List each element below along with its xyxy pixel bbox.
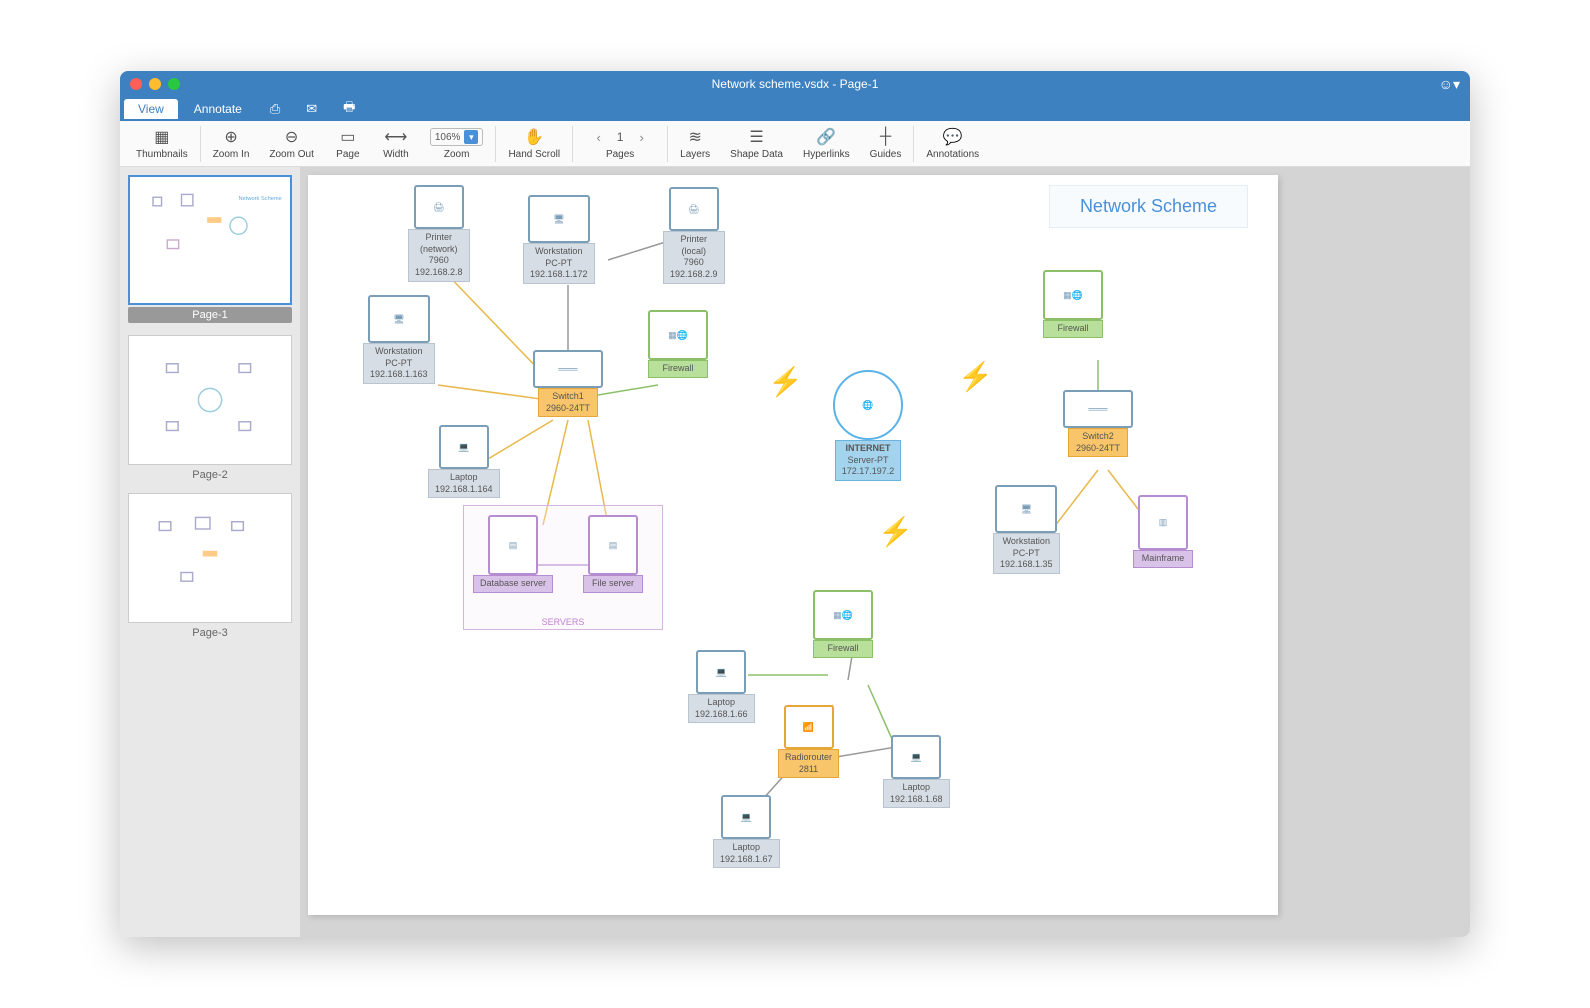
firewall-icon: ▦🌐 [1043, 270, 1103, 320]
node-switch-1[interactable]: ═══ Switch12960-24TT [533, 350, 603, 417]
thumbnail-page-1[interactable]: Network Scheme [128, 175, 292, 305]
layers-icon: ≋ [688, 127, 701, 147]
prev-page-button[interactable]: ‹ [590, 130, 606, 145]
share-icon[interactable]: ✉ [294, 98, 329, 120]
node-firewall-2[interactable]: ▦🌐 Firewall [1043, 270, 1103, 338]
tab-annotate[interactable]: Annotate [180, 99, 256, 119]
hand-scroll-button[interactable]: ✋ Hand Scroll [498, 125, 570, 162]
comment-icon: 💬 [943, 127, 963, 147]
lightning-icon: ⚡ [878, 515, 913, 548]
lightning-icon: ⚡ [958, 360, 993, 393]
next-page-button[interactable]: › [633, 130, 649, 145]
canvas-viewport[interactable]: Network Scheme [300, 167, 1470, 937]
pdf-icon[interactable]: ⎙ [258, 98, 292, 120]
print-icon[interactable]: 🖶 [331, 95, 367, 123]
shape-data-button[interactable]: ☰ Shape Data [720, 125, 793, 162]
annotations-button[interactable]: 💬 Annotations [916, 125, 989, 162]
printer-icon: 🖨 [669, 187, 719, 231]
thumbnails-icon: ▦ [154, 127, 169, 147]
window-controls [130, 78, 180, 90]
pages-nav: ‹ 1 › Pages [575, 125, 665, 162]
app-window: Network scheme.vsdx - Page-1 ☺▾ View Ann… [120, 71, 1470, 937]
zoom-in-button[interactable]: ⊕ Zoom In [203, 125, 260, 162]
workstation-icon: 🖥 [368, 295, 430, 343]
thumbnail-label: Page-2 [128, 469, 292, 481]
laptop-icon: 💻 [696, 650, 746, 694]
link-icon: 🔗 [816, 127, 836, 147]
diagram-canvas: Network Scheme [308, 175, 1278, 915]
svg-text:Network Scheme: Network Scheme [239, 196, 282, 202]
globe-icon: 🌐 [833, 370, 903, 440]
node-firewall-3[interactable]: ▦🌐 Firewall [813, 590, 873, 658]
node-switch-2[interactable]: ═══ Switch22960-24TT [1063, 390, 1133, 457]
diagram-title: Network Scheme [1049, 185, 1248, 228]
node-workstation-1[interactable]: 🖥 WorkstationPC-PT192.168.1.172 [523, 195, 595, 284]
node-laptop-1[interactable]: 💻 Laptop192.168.1.164 [428, 425, 500, 498]
guides-icon: ┼ [880, 127, 891, 147]
titlebar: Network scheme.vsdx - Page-1 ☺▾ [120, 71, 1470, 97]
width-icon: ⟷ [384, 127, 407, 147]
zoom-out-button[interactable]: ⊖ Zoom Out [259, 125, 323, 162]
hand-icon: ✋ [524, 127, 544, 147]
firewall-icon: ▦🌐 [813, 590, 873, 640]
mainframe-icon: ▥ [1138, 495, 1188, 550]
switch-icon: ═══ [533, 350, 603, 388]
node-laptop-4[interactable]: 💻 Laptop192.168.1.67 [713, 795, 780, 868]
node-mainframe[interactable]: ▥ Mainframe [1133, 495, 1193, 568]
zoom-out-icon: ⊖ [285, 127, 298, 147]
thumbnails-button[interactable]: ▦ Thumbnails [126, 125, 198, 162]
node-database-server[interactable]: ▤ Database server [473, 515, 553, 593]
node-file-server[interactable]: ▤ File server [583, 515, 643, 593]
laptop-icon: 💻 [891, 735, 941, 779]
menubar: View Annotate ⎙ ✉ 🖶 [120, 97, 1470, 121]
hyperlinks-button[interactable]: 🔗 Hyperlinks [793, 125, 860, 162]
node-radiorouter[interactable]: 📶 Radiorouter2811 [778, 705, 839, 778]
zoom-combo[interactable]: 106%▾ Zoom [420, 125, 494, 162]
workstation-icon: 🖥 [995, 485, 1057, 533]
minimize-icon[interactable] [149, 78, 161, 90]
maximize-icon[interactable] [168, 78, 180, 90]
page-fit-button[interactable]: ▭ Page [324, 125, 372, 162]
lightning-icon: ⚡ [768, 365, 803, 398]
thumbnail-label: Page-3 [128, 627, 292, 639]
router-icon: 📶 [784, 705, 834, 749]
thumbnails-panel: Network Scheme Page-1 Page-2 Page-3 [120, 167, 300, 937]
layers-button[interactable]: ≋ Layers [670, 125, 720, 162]
zoom-in-icon: ⊕ [224, 127, 237, 147]
node-workstation-2[interactable]: 🖥 WorkstationPC-PT192.168.1.163 [363, 295, 435, 384]
guides-button[interactable]: ┼ Guides [860, 125, 912, 162]
switch-icon: ═══ [1063, 390, 1133, 428]
list-icon: ☰ [749, 127, 763, 147]
thumbnail-label: Page-1 [128, 307, 292, 323]
close-icon[interactable] [130, 78, 142, 90]
node-workstation-3[interactable]: 🖥 WorkstationPC-PT192.168.1.35 [993, 485, 1060, 574]
workstation-icon: 🖥 [528, 195, 590, 243]
chevron-down-icon[interactable]: ▾ [464, 130, 478, 144]
page-number: 1 [607, 130, 634, 144]
server-icon: ▤ [588, 515, 638, 575]
firewall-icon: ▦🌐 [648, 310, 708, 360]
laptop-icon: 💻 [439, 425, 489, 469]
node-internet[interactable]: 🌐 INTERNETServer-PT172.17.197.2 [833, 370, 903, 481]
help-icon[interactable]: ☺▾ [1439, 76, 1460, 93]
node-printer-local[interactable]: 🖨 Printer(local)7960192.168.2.9 [663, 187, 725, 284]
laptop-icon: 💻 [721, 795, 771, 839]
page-icon: ▭ [340, 127, 355, 147]
node-laptop-2[interactable]: 💻 Laptop192.168.1.66 [688, 650, 755, 723]
node-printer-network[interactable]: 🖨 Printer(network)7960192.168.2.8 [408, 185, 470, 282]
tab-view[interactable]: View [124, 99, 178, 119]
toolbar: ▦ Thumbnails ⊕ Zoom In ⊖ Zoom Out ▭ Page… [120, 121, 1470, 167]
thumbnail-page-3[interactable] [128, 493, 292, 623]
window-title: Network scheme.vsdx - Page-1 [712, 77, 879, 91]
node-firewall-1[interactable]: ▦🌐 Firewall [648, 310, 708, 378]
content-area: Network Scheme Page-1 Page-2 Page-3 Netw… [120, 167, 1470, 937]
node-laptop-3[interactable]: 💻 Laptop192.168.1.68 [883, 735, 950, 808]
thumbnail-page-2[interactable] [128, 335, 292, 465]
width-fit-button[interactable]: ⟷ Width [372, 125, 420, 162]
server-icon: ▤ [488, 515, 538, 575]
printer-icon: 🖨 [414, 185, 464, 229]
